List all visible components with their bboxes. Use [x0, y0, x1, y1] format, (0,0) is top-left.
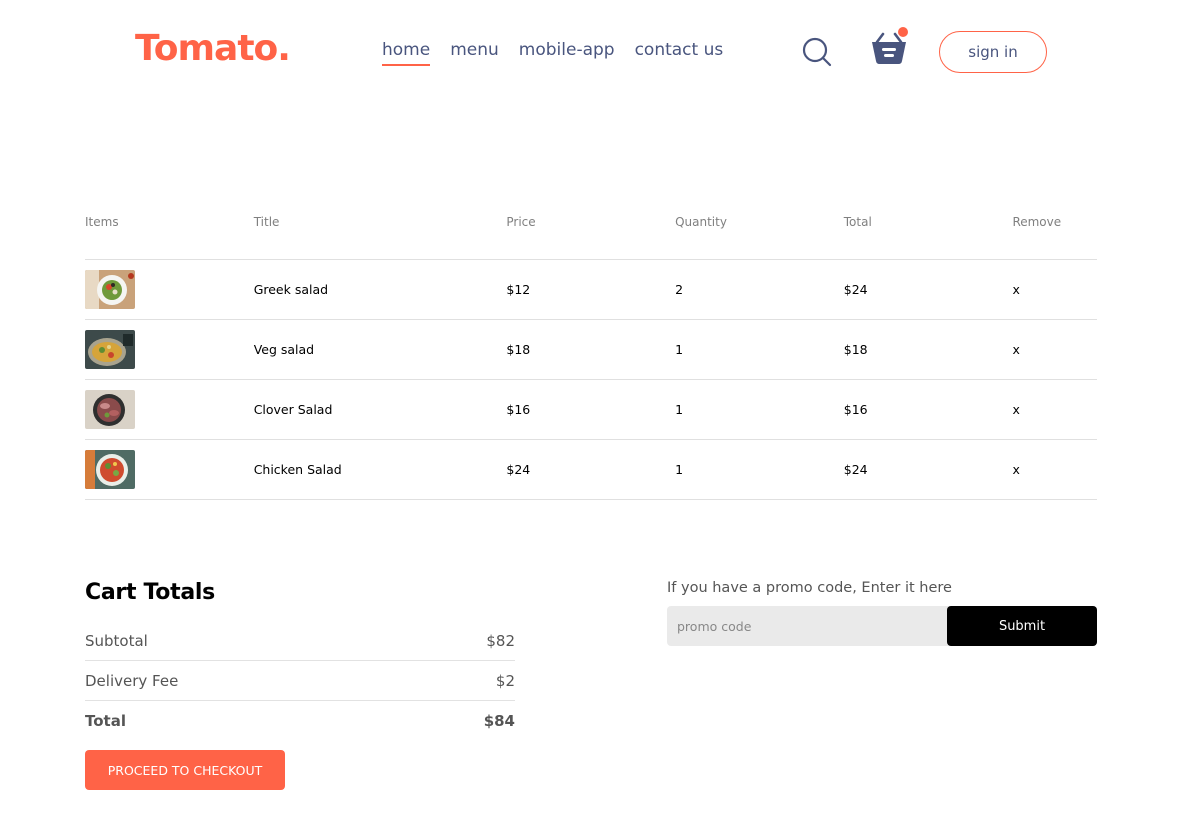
- nav-menu: home menu mobile-app contact us: [382, 40, 723, 66]
- delivery-fee-label: Delivery Fee: [85, 671, 179, 690]
- item-price: $18: [506, 342, 531, 357]
- item-quantity: 1: [675, 402, 684, 417]
- item-total: $18: [843, 342, 868, 357]
- remove-item-button[interactable]: x: [1012, 402, 1096, 417]
- remove-item-button[interactable]: x: [1012, 342, 1096, 357]
- sign-in-button[interactable]: sign in: [939, 31, 1047, 73]
- promo-code-section: If you have a promo code, Enter it here …: [667, 580, 1097, 646]
- item-total: $16: [843, 402, 868, 417]
- item-quantity: 2: [675, 282, 684, 297]
- delivery-fee-row: Delivery Fee $2: [85, 661, 515, 701]
- cart-notification-dot: [898, 27, 908, 37]
- header-quantity: Quantity: [675, 215, 727, 229]
- remove-item-button[interactable]: x: [1012, 462, 1096, 477]
- header-total: Total: [843, 215, 872, 229]
- cart-totals-title: Cart Totals: [85, 580, 215, 605]
- chicken-salad-image: [85, 450, 135, 489]
- total-label: Total: [85, 712, 126, 730]
- item-total: $24: [843, 282, 868, 297]
- promo-code-input[interactable]: [667, 606, 947, 646]
- item-price: $12: [506, 282, 531, 297]
- item-title: Chicken Salad: [253, 462, 342, 477]
- greek-salad-image: [85, 270, 135, 309]
- header-price: Price: [506, 215, 536, 229]
- item-total: $24: [843, 462, 868, 477]
- table-header: Items Title Price Quantity Total Remove: [85, 215, 1097, 260]
- table-row: Chicken Salad $24 1 $24 x: [85, 440, 1097, 500]
- delivery-fee-value: $2: [495, 671, 515, 690]
- veg-salad-image: [85, 330, 135, 369]
- header-items: Items: [85, 215, 119, 229]
- logo[interactable]: Tomato.: [135, 28, 291, 69]
- total-value: $84: [483, 712, 515, 730]
- item-price: $16: [506, 402, 531, 417]
- navbar: Tomato. home menu mobile-app contact us …: [0, 0, 1187, 100]
- subtotal-row: Subtotal $82: [85, 621, 515, 661]
- promo-input-group: Submit: [667, 606, 1097, 646]
- item-title: Veg salad: [253, 342, 315, 357]
- promo-submit-button[interactable]: Submit: [947, 606, 1097, 646]
- total-row: Total $84: [85, 701, 515, 741]
- remove-item-button[interactable]: x: [1012, 282, 1096, 297]
- header-remove: Remove: [1012, 215, 1062, 229]
- item-title: Greek salad: [253, 282, 329, 297]
- table-row: Greek salad $12 2 $24 x: [85, 260, 1097, 320]
- item-price: $24: [506, 462, 531, 477]
- item-quantity: 1: [675, 462, 684, 477]
- nav-link-mobile-app[interactable]: mobile-app: [519, 40, 615, 66]
- item-title: Clover Salad: [253, 402, 333, 417]
- subtotal-value: $82: [486, 631, 515, 650]
- search-icon[interactable]: [801, 36, 833, 68]
- cart-items-table: Items Title Price Quantity Total Remove …: [85, 215, 1097, 500]
- nav-link-menu[interactable]: menu: [450, 40, 499, 66]
- promo-prompt: If you have a promo code, Enter it here: [667, 580, 952, 596]
- subtotal-label: Subtotal: [85, 631, 148, 650]
- item-quantity: 1: [675, 342, 684, 357]
- header-title: Title: [253, 215, 280, 229]
- clover-salad-image: [85, 390, 135, 429]
- proceed-to-checkout-button[interactable]: PROCEED TO CHECKOUT: [85, 750, 285, 790]
- nav-link-home[interactable]: home: [382, 40, 431, 66]
- nav-link-contact-us[interactable]: contact us: [635, 40, 724, 66]
- table-row: Clover Salad $16 1 $16 x: [85, 380, 1097, 440]
- table-row: Veg salad $18 1 $18 x: [85, 320, 1097, 380]
- cart-totals: Cart Totals Subtotal $82 Delivery Fee $2…: [85, 580, 515, 790]
